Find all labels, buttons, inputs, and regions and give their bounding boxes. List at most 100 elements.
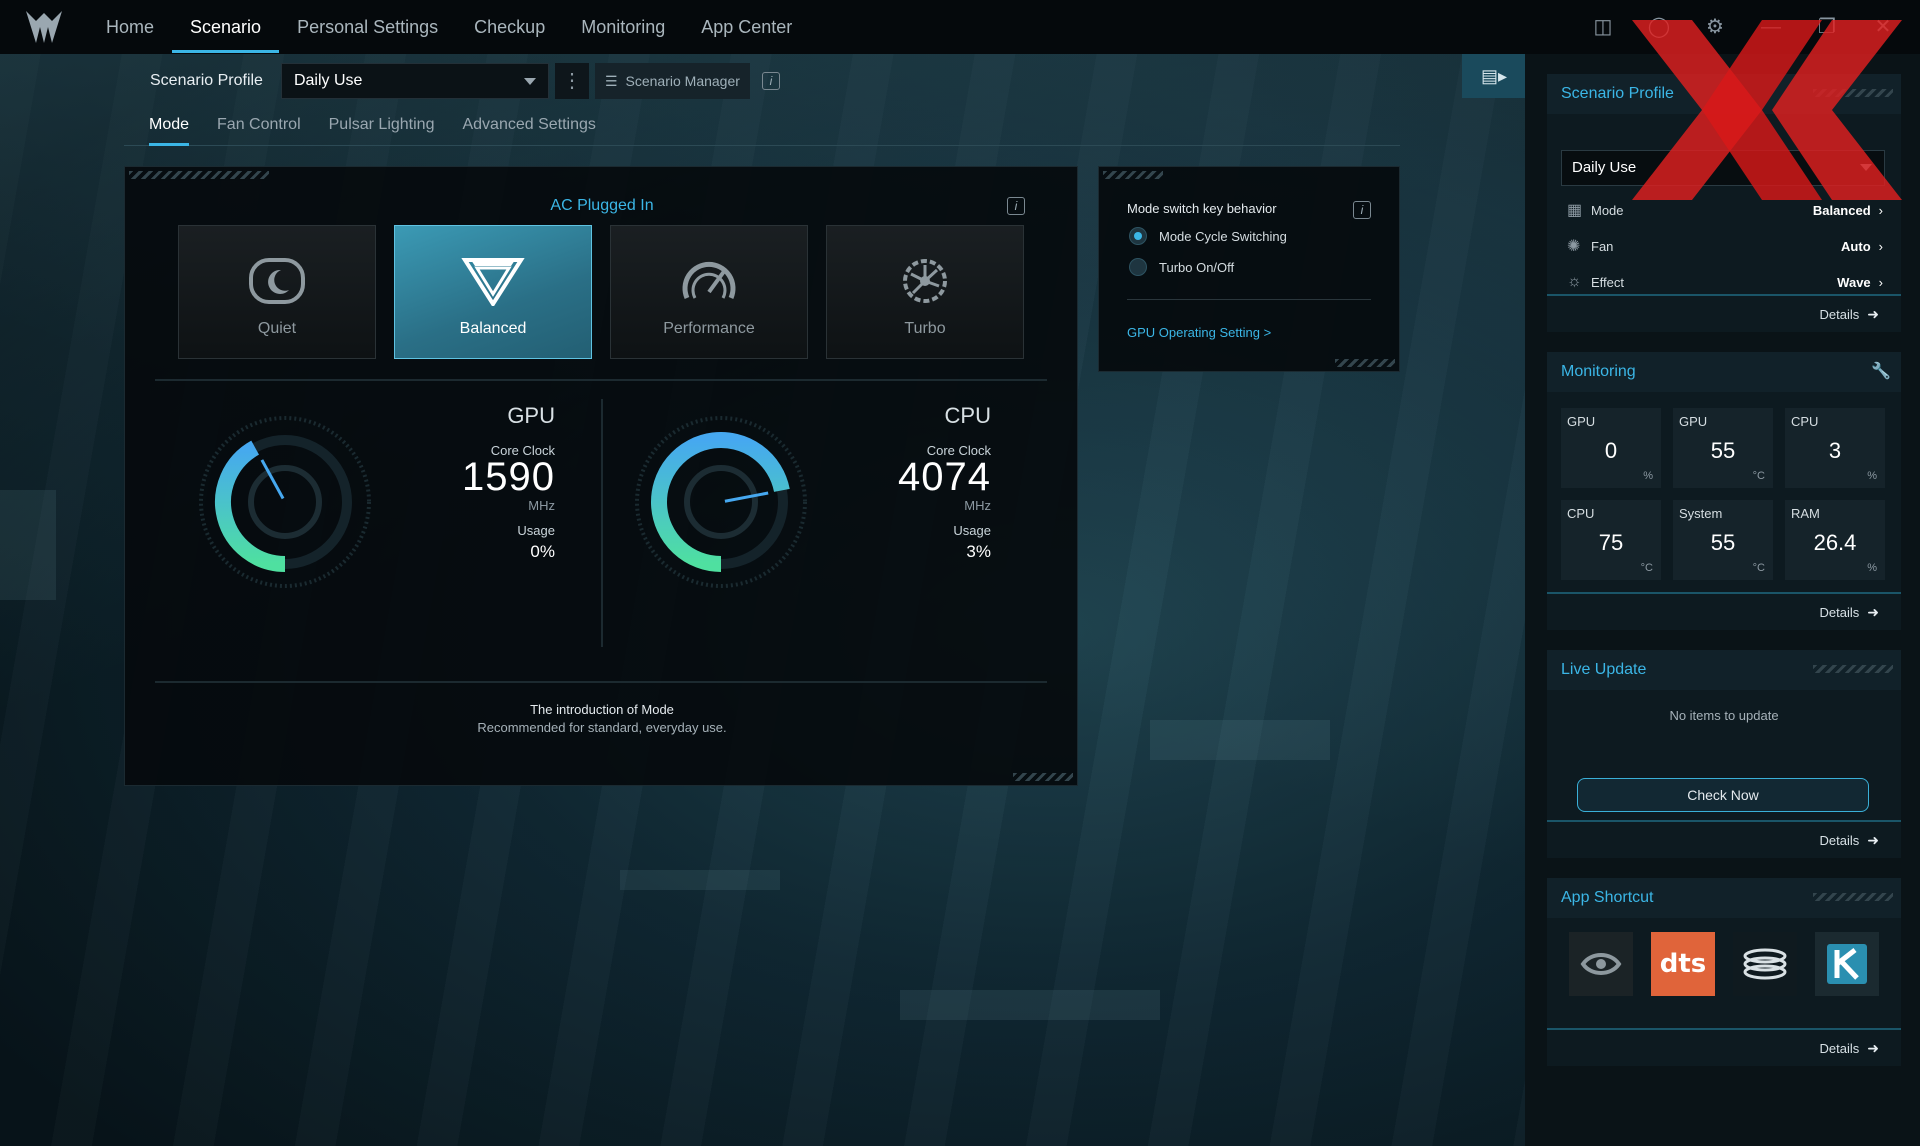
chevron-down-icon	[523, 78, 536, 85]
profile-row-effect[interactable]: ☼ Effect Wave ›	[1567, 270, 1883, 294]
arrow-right-icon: ➜	[1867, 832, 1879, 848]
nav-app-center[interactable]: App Center	[683, 0, 810, 54]
check-now-button[interactable]: Check Now	[1577, 778, 1869, 812]
cpu-gauge-needle	[724, 491, 769, 503]
cpu-clock-unit: MHz	[964, 498, 991, 513]
power-state-label: AC Plugged In	[550, 197, 654, 214]
panel-hatch	[129, 171, 269, 179]
radio-mode-cycle[interactable]: Mode Cycle Switching	[1129, 227, 1287, 245]
nvidia-icon[interactable]	[1569, 932, 1633, 996]
mode-switch-title: Mode switch key behavior	[1127, 201, 1277, 216]
gear-icon[interactable]: ⚙	[1702, 14, 1728, 40]
scenario-profile-label: Scenario Profile	[150, 72, 263, 89]
profile-row-value: Wave	[1837, 274, 1871, 290]
quiet-mode-icon	[249, 258, 305, 304]
restore-icon[interactable]: ❐	[1814, 14, 1840, 40]
chevron-right-icon: ›	[1878, 202, 1883, 218]
more-options-button[interactable]: ⋮	[554, 63, 589, 99]
sidebar-profile-select[interactable]: Daily Use	[1561, 150, 1885, 186]
mode-panel: AC Plugged In i Quiet Balanced Performan…	[124, 166, 1078, 786]
nav-monitoring[interactable]: Monitoring	[563, 0, 683, 54]
monitor-label: RAM	[1791, 506, 1820, 521]
gpu-title: GPU	[507, 403, 555, 428]
monitor-system-temp: System 55 °C	[1673, 500, 1773, 580]
panel-hatch	[1013, 773, 1073, 781]
tab-mode[interactable]: Mode	[149, 110, 190, 146]
cpu-usage-label: Usage	[953, 523, 991, 538]
monitor-label: CPU	[1567, 506, 1595, 521]
panel-hatch	[1103, 171, 1163, 179]
nav-home[interactable]: Home	[88, 0, 172, 54]
background-shape	[0, 490, 56, 600]
nav-scenario[interactable]: Scenario	[172, 0, 280, 54]
dts-icon[interactable]: dts	[1651, 932, 1715, 996]
monitor-value: 55	[1710, 530, 1736, 555]
scenario-manager-button[interactable]: ☰ Scenario Manager	[594, 63, 750, 99]
nav-personal-settings[interactable]: Personal Settings	[279, 0, 456, 54]
radio-turbo-onoff[interactable]: Turbo On/Off	[1129, 258, 1234, 276]
tab-fan-control[interactable]: Fan Control	[217, 110, 301, 145]
mode-turbo-button[interactable]: Turbo	[826, 225, 1024, 359]
headset-icon[interactable]: ◯	[1646, 14, 1672, 40]
radio-button[interactable]	[1129, 227, 1147, 245]
info-icon[interactable]: i	[1007, 197, 1025, 215]
book-icon[interactable]: ◫	[1590, 14, 1616, 40]
monitor-cpu-usage: CPU 3%	[1785, 408, 1885, 488]
radio-mode-cycle-label: Mode Cycle Switching	[1159, 228, 1287, 244]
scenario-profile-card-title: Scenario Profile	[1561, 85, 1674, 102]
close-icon[interactable]: ✕	[1870, 14, 1896, 40]
live-update-status: No items to update	[1669, 708, 1779, 723]
gauge-inner-ring	[248, 465, 322, 539]
details-link[interactable]: Details ➜	[1547, 294, 1901, 332]
profile-row-mode[interactable]: ▦ Mode Balanced ›	[1567, 198, 1883, 222]
details-link[interactable]: Details ➜	[1547, 820, 1901, 858]
monitoring-card-title: Monitoring	[1561, 363, 1636, 380]
tab-advanced-settings[interactable]: Advanced Settings	[462, 110, 595, 145]
info-icon[interactable]: i	[1353, 201, 1371, 219]
monitor-unit: °C	[1752, 470, 1765, 482]
chevron-right-icon: ›	[1878, 274, 1883, 290]
sidebar-profile-value: Daily Use	[1572, 159, 1637, 176]
predator-logo[interactable]	[22, 7, 66, 47]
mode-turbo-label: Turbo	[904, 320, 946, 337]
background-shape	[1150, 720, 1330, 760]
card-header: Monitoring 🔧	[1547, 352, 1901, 392]
mode-performance-label: Performance	[663, 320, 755, 337]
gauge-inner-ring	[684, 465, 758, 539]
chevron-right-icon: ›	[1878, 238, 1883, 254]
header-hatch	[1813, 893, 1893, 901]
fan-icon: ✺	[1567, 238, 1581, 255]
mode-quiet-button[interactable]: Quiet	[178, 225, 376, 359]
monitor-value: 3	[1828, 438, 1842, 463]
panel-divider	[155, 379, 1047, 381]
cpu-gauge	[635, 416, 807, 588]
radio-button[interactable]	[1129, 258, 1147, 276]
details-label: Details	[1819, 1041, 1860, 1056]
minimize-icon[interactable]: —	[1758, 14, 1784, 40]
scenario-profile-select[interactable]: Daily Use	[280, 63, 549, 99]
monitor-cpu-temp: CPU 75 °C	[1561, 500, 1661, 580]
tab-pulsar-lighting[interactable]: Pulsar Lighting	[329, 110, 435, 145]
ring-icon[interactable]	[1733, 932, 1797, 996]
performance-mode-icon	[682, 261, 736, 299]
monitor-label: GPU	[1567, 414, 1596, 429]
nav-checkup[interactable]: Checkup	[456, 0, 563, 54]
info-icon[interactable]: i	[761, 72, 780, 90]
mode-cards: Quiet Balanced Performance Turbo	[178, 225, 1024, 359]
gpu-operating-setting-link[interactable]: GPU Operating Setting >	[1127, 325, 1271, 340]
profile-row-fan[interactable]: ✺ Fan Auto ›	[1567, 234, 1883, 258]
details-link[interactable]: Details ➜	[1547, 1028, 1901, 1066]
divider	[1127, 299, 1371, 300]
k-icon[interactable]	[1815, 932, 1879, 996]
wrench-icon[interactable]: 🔧	[1871, 352, 1891, 392]
mode-balanced-button[interactable]: Balanced	[394, 225, 592, 359]
mode-quiet-label: Quiet	[257, 320, 297, 337]
panel-divider	[155, 681, 1047, 683]
collapse-sidebar-button[interactable]: ▤▸	[1462, 54, 1526, 98]
monitor-value: 0	[1604, 438, 1618, 463]
arrow-right-icon: ➜	[1867, 306, 1879, 322]
mode-performance-button[interactable]: Performance	[610, 225, 808, 359]
app-shortcut-card: App Shortcut dts Details ➜	[1547, 878, 1901, 1066]
details-link[interactable]: Details ➜	[1547, 592, 1901, 630]
monitor-unit: %	[1867, 562, 1877, 574]
